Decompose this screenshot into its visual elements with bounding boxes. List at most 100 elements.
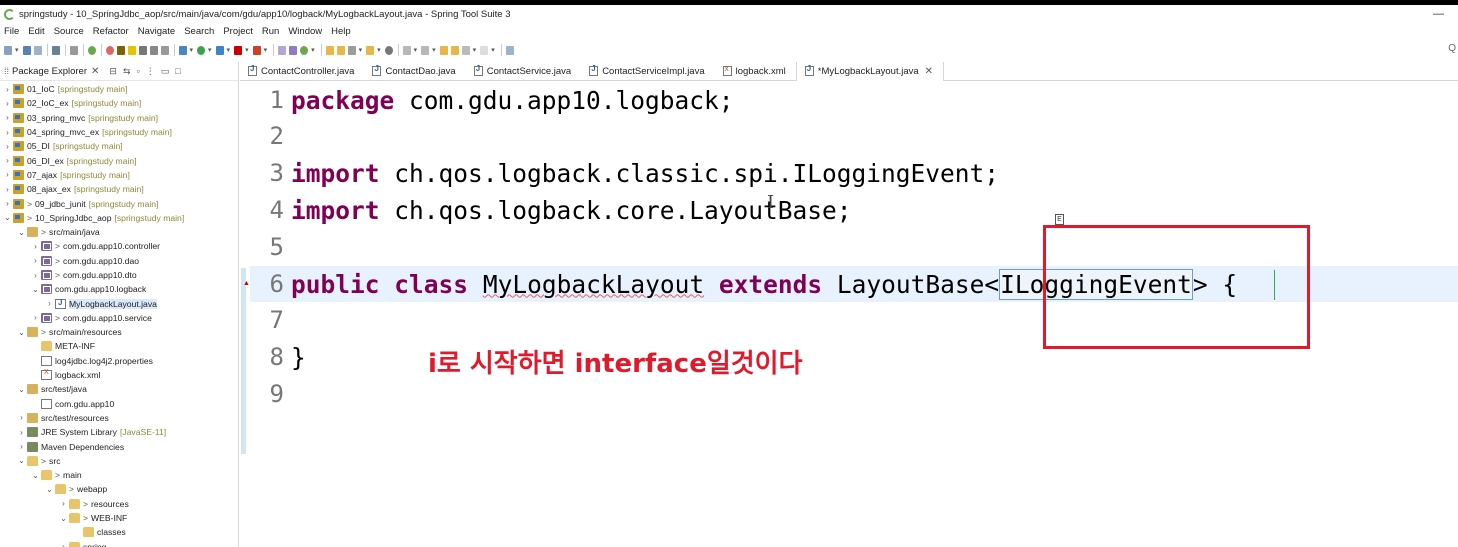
expand-icon[interactable]: ›: [3, 85, 12, 94]
collapse-icon[interactable]: ⌄: [31, 285, 40, 294]
globe-icon[interactable]: [384, 45, 393, 55]
collapse-icon[interactable]: ⌄: [17, 228, 26, 237]
last-edit-location-icon[interactable]: [439, 45, 448, 55]
collapse-icon[interactable]: ⌄: [3, 213, 12, 222]
tree-item[interactable]: ⌄ com.gdu.app10.logback: [0, 282, 238, 296]
back-icon[interactable]: [461, 45, 470, 55]
show-paragraph-icon[interactable]: [160, 45, 169, 55]
run-dropdown-icon[interactable]: ▾: [208, 46, 212, 54]
tree-item[interactable]: › > com.gdu.app10.controller: [0, 239, 238, 253]
minimize-button[interactable]: —: [1433, 8, 1444, 20]
pin-editor-icon[interactable]: [450, 45, 459, 55]
spring-dashboard-icon[interactable]: [87, 45, 96, 55]
new-class-icon[interactable]: [300, 45, 309, 55]
search-dropdown-icon[interactable]: ▾: [359, 46, 363, 54]
new-icon[interactable]: [4, 45, 12, 55]
skip-breakpoints-icon[interactable]: [69, 45, 78, 55]
open-type-icon[interactable]: [325, 45, 334, 55]
highlight-icon[interactable]: [127, 45, 136, 55]
previous-annotation-dropdown-icon[interactable]: ▾: [432, 46, 436, 54]
close-icon[interactable]: ✕: [91, 66, 99, 77]
menu-help[interactable]: Help: [331, 26, 351, 37]
error-marker-icon[interactable]: ▲: [243, 280, 250, 287]
tree-item[interactable]: META-INF: [0, 339, 238, 353]
code-line[interactable]: 3 import ch.qos.logback.classic.spi.ILogg…: [250, 155, 999, 191]
collapse-icon[interactable]: ⌄: [17, 456, 26, 465]
open-perspective-icon[interactable]: [505, 45, 514, 55]
expand-icon[interactable]: ›: [45, 299, 54, 308]
view-menu-icon[interactable]: ⋮: [146, 66, 155, 77]
tree-item[interactable]: › > com.gdu.app10.service: [0, 311, 238, 325]
new-class-dropdown-icon[interactable]: ▾: [311, 46, 315, 54]
tree-item[interactable]: ⌄ > WEB-INF: [0, 511, 238, 525]
expand-icon[interactable]: ›: [31, 256, 40, 265]
tree-item[interactable]: ⌄ >10_SpringJdbc_aop [springstudy main]: [0, 211, 238, 225]
tree-item[interactable]: classes: [0, 525, 238, 539]
tree-item[interactable]: com.gdu.app10: [0, 397, 238, 411]
tree-item[interactable]: ⌄ src/test/java: [0, 382, 238, 396]
debug-dropdown-icon[interactable]: ▾: [190, 46, 194, 54]
expand-icon[interactable]: ›: [3, 128, 12, 137]
expand-icon[interactable]: ›: [31, 313, 40, 322]
tree-item[interactable]: logback.xml: [0, 368, 238, 382]
expand-icon[interactable]: ›: [3, 170, 12, 179]
tab-contact-dao[interactable]: ContactDao.java: [364, 62, 465, 81]
save-all-icon[interactable]: [33, 45, 42, 55]
tree-item[interactable]: ⌄ > src/main/resources: [0, 325, 238, 339]
expand-icon[interactable]: ›: [17, 428, 26, 437]
package-explorer-tab[interactable]: ⁞⁞ Package Explorer ✕ ⊟ ⇆ ▫ ⋮ ▭ □: [0, 62, 238, 81]
open-folder-icon[interactable]: [366, 45, 375, 55]
external-tools-dropdown-icon[interactable]: ▾: [264, 46, 268, 54]
forward-icon[interactable]: [480, 45, 489, 55]
tree-item[interactable]: › >09_jdbc_junit [springstudy main]: [0, 196, 238, 210]
tree-item[interactable]: › 08_ajax_ex [springstudy main]: [0, 182, 238, 196]
tree-item[interactable]: ⌄ > src: [0, 454, 238, 468]
open-task-icon[interactable]: [336, 45, 345, 55]
tree-item[interactable]: › > com.gdu.app10.dto: [0, 268, 238, 282]
tree-item[interactable]: ⌄ > src/main/java: [0, 225, 238, 239]
tree-item[interactable]: › > com.gdu.app10.dao: [0, 254, 238, 268]
menu-edit[interactable]: Edit: [28, 26, 44, 37]
block-selection-icon[interactable]: [138, 45, 147, 55]
show-whitespace-icon[interactable]: [149, 45, 158, 55]
tab-contact-service-impl[interactable]: ContactServiceImpl.java: [581, 62, 714, 81]
menu-navigate[interactable]: Navigate: [138, 26, 176, 37]
debug-icon[interactable]: [178, 45, 187, 55]
search-icon[interactable]: [347, 45, 356, 55]
new-dropdown-icon[interactable]: ▾: [15, 46, 19, 54]
expand-icon[interactable]: ›: [3, 156, 12, 165]
previous-annotation-icon[interactable]: [421, 45, 430, 55]
collapse-icon[interactable]: ⌄: [45, 485, 54, 494]
tree-item[interactable]: › 01_IoC [springstudy main]: [0, 82, 238, 96]
expand-icon[interactable]: ›: [3, 99, 12, 108]
forward-dropdown-icon[interactable]: ▾: [491, 46, 495, 54]
tab-contact-service[interactable]: ContactService.java: [466, 62, 581, 81]
expand-icon[interactable]: ›: [3, 113, 12, 122]
tree-item[interactable]: › 05_DI [springstudy main]: [0, 139, 238, 153]
open-folder-dropdown-icon[interactable]: ▾: [377, 46, 381, 54]
boot-dashboard-icon[interactable]: [105, 45, 114, 55]
tree-item[interactable]: › 02_IoC_ex [springstudy main]: [0, 96, 238, 110]
link-with-editor-icon[interactable]: ⇆: [123, 66, 131, 77]
tab-logback-xml[interactable]: logback.xml: [715, 62, 796, 81]
tab-contact-controller[interactable]: ContactController.java: [240, 62, 364, 81]
back-dropdown-icon[interactable]: ▾: [473, 46, 477, 54]
tree-item[interactable]: ⌄ > main: [0, 468, 238, 482]
expand-icon[interactable]: ›: [31, 242, 40, 251]
expand-icon[interactable]: ›: [31, 271, 40, 280]
external-tools-icon[interactable]: [252, 45, 261, 55]
collapse-all-icon[interactable]: ⊟: [109, 66, 117, 77]
tree-item[interactable]: › JRE System Library [JavaSE-11]: [0, 425, 238, 439]
quick-fix-marker-icon[interactable]: E: [1055, 214, 1064, 225]
toggle-mark-occurrences-icon[interactable]: [116, 45, 125, 55]
menu-run[interactable]: Run: [262, 26, 279, 37]
quick-access-search-icon[interactable]: Q: [1448, 43, 1456, 54]
tree-item[interactable]: › 03_spring_mvc [springstudy main]: [0, 111, 238, 125]
run-icon[interactable]: [197, 45, 206, 55]
collapse-icon[interactable]: ⌄: [17, 328, 26, 337]
coverage-dropdown-icon[interactable]: ▾: [227, 46, 231, 54]
tree-item[interactable]: › src/test/resources: [0, 411, 238, 425]
code-line[interactable]: 5: [250, 229, 291, 265]
collapse-icon[interactable]: ⌄: [59, 514, 68, 523]
expand-icon[interactable]: ›: [3, 199, 12, 208]
